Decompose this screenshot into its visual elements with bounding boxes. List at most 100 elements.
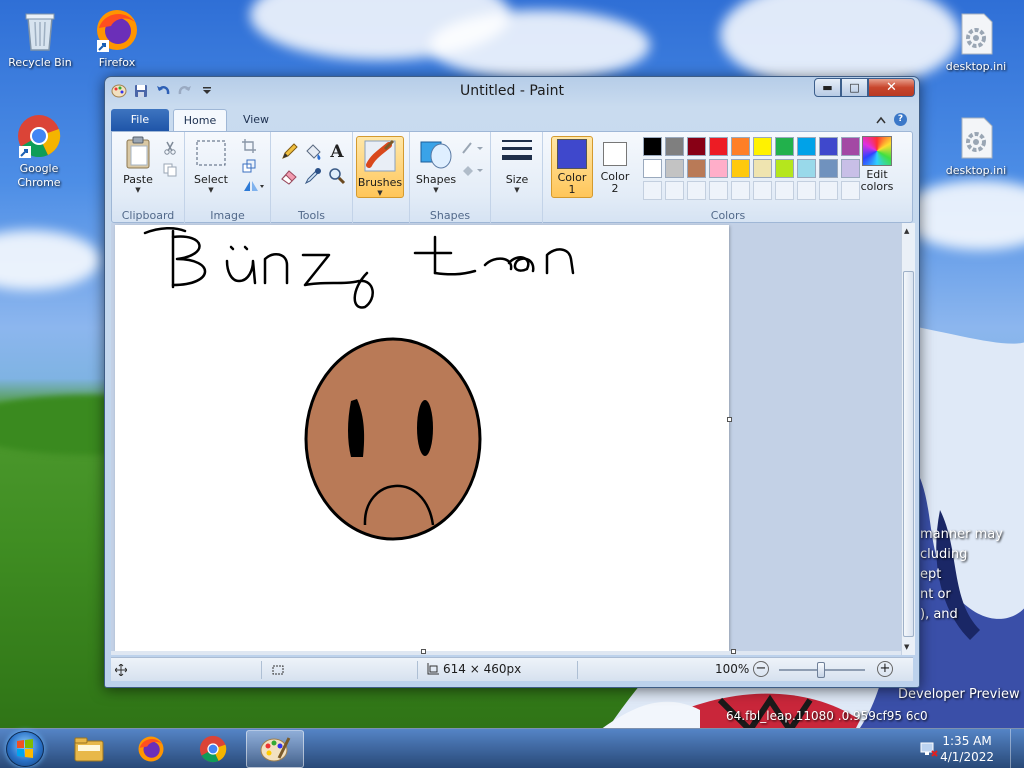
brushes-button[interactable]: Brushes ▼ — [356, 136, 404, 198]
magnifier-icon[interactable] — [327, 166, 347, 186]
build-string: 64.fbl_leap.11080 .0.959cf95 6c0 — [726, 709, 928, 723]
cut-icon[interactable] — [160, 138, 180, 158]
canvas-resize-handle-right[interactable] — [727, 417, 732, 422]
drawing-canvas[interactable] — [115, 225, 732, 651]
custom-color-slot[interactable] — [709, 181, 728, 200]
group-tools: A Tools — [271, 132, 353, 224]
palette-swatch[interactable] — [731, 159, 750, 178]
maximize-icon: □ — [849, 81, 860, 94]
color1-number: 1 — [568, 183, 576, 196]
select-button[interactable]: Select ▼ — [189, 136, 233, 194]
group-size: Size ▼ — [491, 132, 543, 224]
desktop-ini-file-2[interactable]: desktop.ini — [937, 114, 1015, 178]
eraser-icon[interactable] — [279, 166, 299, 186]
palette-swatch[interactable] — [819, 137, 838, 156]
custom-color-slot[interactable] — [731, 181, 750, 200]
tab-file[interactable]: File — [111, 109, 169, 131]
size-button[interactable]: Size ▼ — [495, 136, 539, 194]
custom-color-slot[interactable] — [797, 181, 816, 200]
pencil-icon[interactable] — [279, 142, 299, 162]
palette-swatch[interactable] — [687, 159, 706, 178]
copy-icon[interactable] — [160, 160, 180, 180]
palette-swatch[interactable] — [665, 137, 684, 156]
start-button[interactable] — [6, 731, 44, 767]
taskbar-firefox-button[interactable] — [122, 730, 180, 768]
paste-dropdown-icon: ▼ — [135, 186, 141, 194]
zoom-slider-thumb[interactable] — [817, 662, 825, 678]
system-clock[interactable]: 1:35 AM 4/1/2022 — [940, 733, 994, 765]
custom-color-slot[interactable] — [643, 181, 662, 200]
zoom-in-button[interactable]: + — [877, 661, 893, 677]
crop-icon[interactable] — [239, 136, 259, 156]
palette-swatch[interactable] — [643, 159, 662, 178]
minimize-button[interactable]: ▬ — [814, 78, 841, 97]
shapes-dropdown-icon: ▼ — [433, 186, 439, 194]
tab-home[interactable]: Home — [173, 109, 227, 132]
palette-swatch[interactable] — [797, 137, 816, 156]
palette-swatch[interactable] — [819, 159, 838, 178]
scroll-up-icon[interactable]: ▲ — [904, 227, 909, 235]
custom-color-slot[interactable] — [819, 181, 838, 200]
fill-icon[interactable] — [460, 160, 486, 180]
tab-view[interactable]: View — [229, 109, 283, 132]
taskbar-explorer-button[interactable] — [60, 730, 118, 768]
scroll-down-icon[interactable]: ▼ — [904, 643, 909, 651]
color1-button[interactable]: Color 1 — [551, 136, 593, 198]
minimize-ribbon-chevron-icon[interactable] — [876, 116, 886, 124]
desktop-ini-file-1[interactable]: desktop.ini — [937, 10, 1015, 74]
palette-swatch[interactable] — [687, 137, 706, 156]
canvas-resize-handle-corner[interactable] — [731, 649, 736, 654]
palette-swatch[interactable] — [753, 159, 772, 178]
palette-swatch[interactable] — [753, 137, 772, 156]
title-bar[interactable]: Untitled - Paint ▬ □ ✕ — [105, 77, 919, 107]
select-dropdown-icon: ▼ — [208, 186, 214, 194]
fill-bucket-icon[interactable] — [303, 142, 323, 162]
palette-swatch[interactable] — [731, 137, 750, 156]
palette-swatch[interactable] — [665, 159, 684, 178]
paste-icon — [116, 136, 160, 173]
paste-label: Paste — [123, 173, 153, 186]
palette-swatch[interactable] — [643, 137, 662, 156]
image-size-icon — [427, 663, 439, 675]
custom-color-slot[interactable] — [775, 181, 794, 200]
watermark-line: ept — [920, 567, 942, 582]
recycle-bin-shortcut[interactable]: Recycle Bin — [1, 6, 79, 70]
ribbon-home: Paste ▼ Clipboard Select ▼ Image A Tools… — [111, 131, 913, 224]
palette-swatch[interactable] — [775, 159, 794, 178]
close-button[interactable]: ✕ — [868, 78, 915, 97]
desktop-ini-label: desktop.ini — [945, 164, 1007, 177]
color-picker-icon[interactable] — [303, 166, 323, 186]
folder-icon — [74, 737, 104, 762]
custom-color-slot[interactable] — [753, 181, 772, 200]
resize-icon[interactable] — [239, 156, 259, 176]
outline-icon[interactable] — [460, 138, 486, 158]
vertical-scrollbar[interactable]: ▲ ▼ — [901, 223, 915, 655]
shapes-button[interactable]: Shapes ▼ — [414, 136, 458, 194]
text-tool-icon[interactable]: A — [327, 142, 347, 162]
horizontal-edge — [111, 649, 901, 655]
palette-swatch[interactable] — [709, 159, 728, 178]
canvas-resize-handle-bottom[interactable] — [421, 649, 426, 654]
palette-swatch[interactable] — [775, 137, 794, 156]
zoom-out-button[interactable]: − — [753, 661, 769, 677]
scroll-thumb[interactable] — [903, 271, 914, 637]
palette-swatch[interactable] — [797, 159, 816, 178]
maximize-button[interactable]: □ — [841, 78, 868, 97]
palette-swatch[interactable] — [709, 137, 728, 156]
chrome-shortcut[interactable]: Google Chrome — [0, 112, 78, 190]
custom-color-slot[interactable] — [687, 181, 706, 200]
taskbar-chrome-button[interactable] — [184, 730, 242, 768]
custom-color-slot[interactable] — [665, 181, 684, 200]
network-icon[interactable] — [920, 741, 938, 757]
zoom-in-icon: + — [879, 661, 891, 676]
help-icon[interactable]: ? — [894, 113, 907, 126]
sad-face-drawing — [304, 337, 482, 541]
firefox-shortcut[interactable]: Firefox — [78, 6, 156, 70]
taskbar-paint-button[interactable] — [246, 730, 304, 768]
handwritten-text-drawing — [143, 227, 575, 309]
color2-button[interactable]: Color 2 — [595, 136, 635, 198]
show-desktop-button[interactable] — [1010, 729, 1024, 768]
edit-colors-button[interactable]: Edit colors — [851, 136, 903, 193]
rotate-icon[interactable] — [239, 176, 267, 196]
paste-button[interactable]: Paste ▼ — [116, 136, 160, 194]
